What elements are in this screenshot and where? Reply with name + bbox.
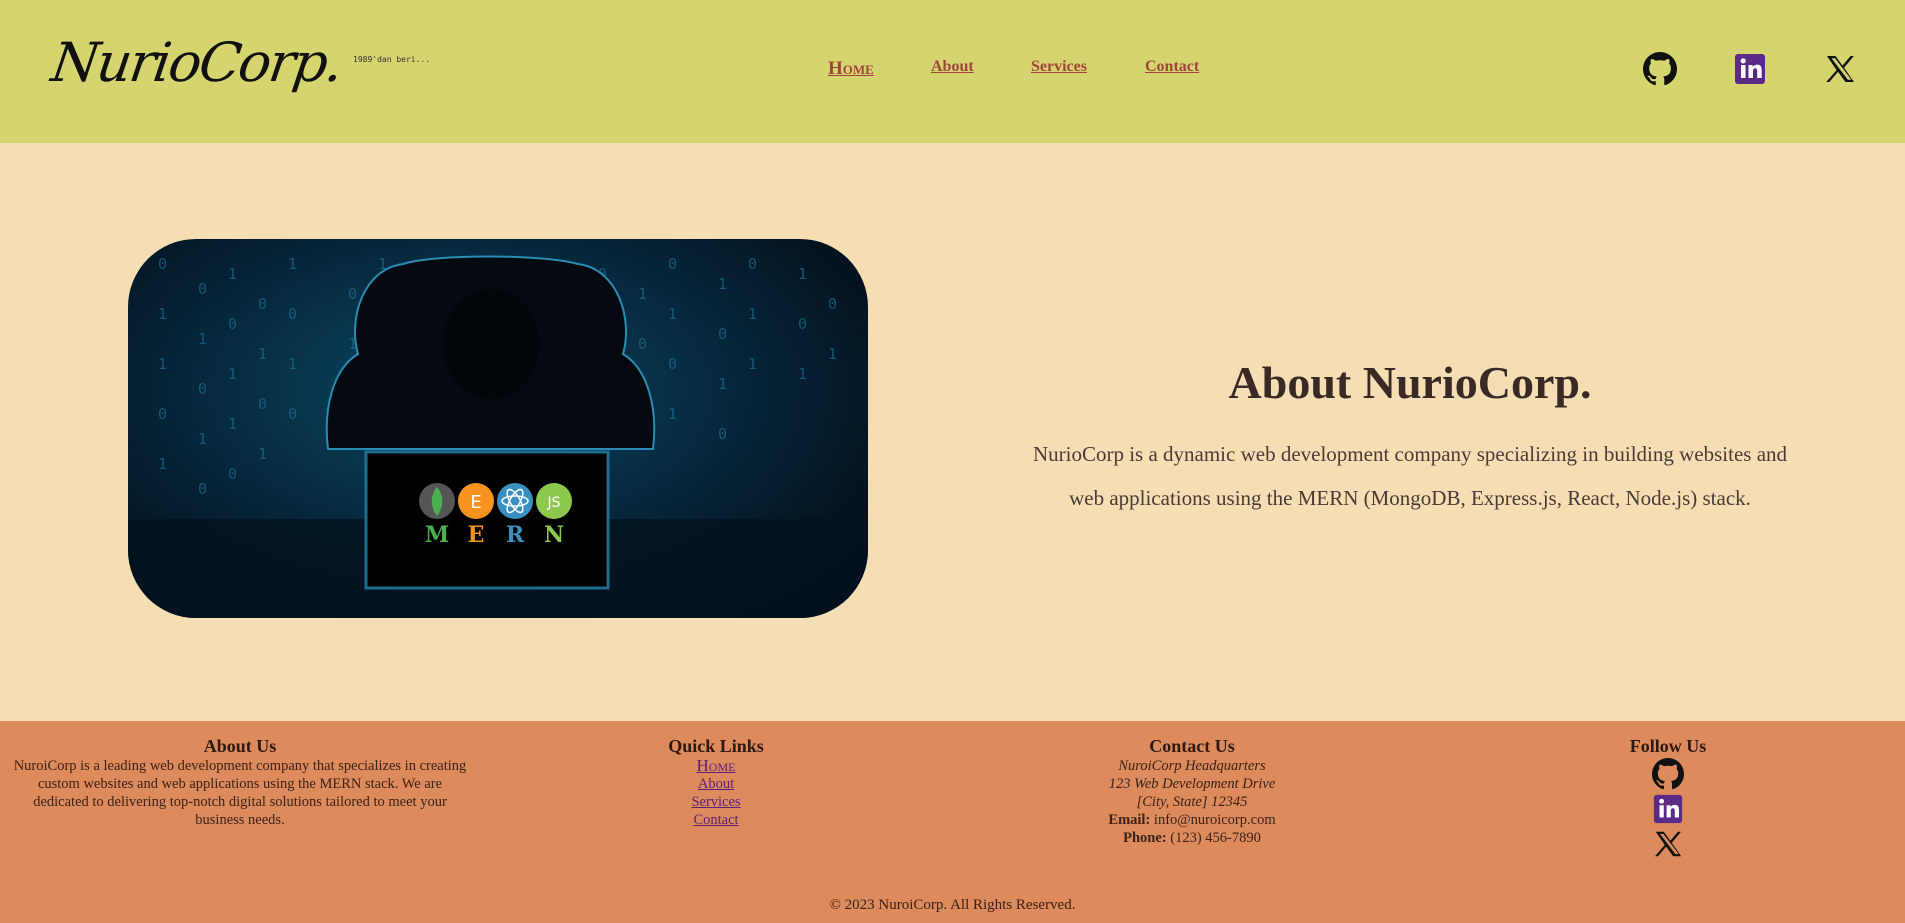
svg-text:1: 1 xyxy=(798,265,807,283)
nav-about[interactable]: About xyxy=(931,58,974,75)
svg-text:1: 1 xyxy=(288,255,297,273)
svg-text:1: 1 xyxy=(158,355,167,373)
contact-email-label: Email: xyxy=(1108,812,1151,828)
svg-text:0: 0 xyxy=(638,335,647,353)
svg-text:0: 0 xyxy=(198,280,207,298)
about-description: NurioCorp is a dynamic web development c… xyxy=(1032,442,1788,510)
svg-text:1: 1 xyxy=(718,275,727,293)
svg-text:1: 1 xyxy=(258,445,267,463)
mern-hacker-image: 0 1 1 0 1 0 1 0 1 0 1 0 1 1 0 0 1 0 1 1 0 1 0 0 1 0 1 0 1 0 1 0 1… xyxy=(128,239,868,618)
svg-text:1: 1 xyxy=(228,415,237,433)
svg-text:0: 0 xyxy=(718,325,727,343)
svg-text:E: E xyxy=(470,492,481,513)
svg-text:1: 1 xyxy=(668,305,677,323)
svg-text:1: 1 xyxy=(158,305,167,323)
svg-text:0: 0 xyxy=(228,315,237,333)
svg-text:1: 1 xyxy=(288,355,297,373)
contact-city: [City, State] 12345 xyxy=(1136,794,1248,810)
svg-text:1: 1 xyxy=(748,355,757,373)
mern-letter-m: M xyxy=(425,522,449,548)
footer-link-services[interactable]: Services xyxy=(616,793,816,811)
footer-link-contact[interactable]: Contact xyxy=(616,811,816,829)
footer-linkedin-icon[interactable] xyxy=(1568,793,1768,825)
svg-text:1: 1 xyxy=(718,375,727,393)
nav-services[interactable]: Services xyxy=(1031,58,1087,75)
mern-letter-e: E xyxy=(468,522,485,548)
svg-text:0: 0 xyxy=(258,295,267,313)
contact-phone: (123) 456-7890 xyxy=(1170,830,1261,846)
svg-text:1: 1 xyxy=(198,330,207,348)
contact-email: info@nuroicorp.com xyxy=(1153,812,1276,828)
site-footer: About Us NuroiCorp is a leading web deve… xyxy=(0,721,1905,923)
footer-link-about[interactable]: About xyxy=(616,775,816,793)
logo-tagline: 1989'dan beri... xyxy=(353,55,431,64)
svg-text:0: 0 xyxy=(158,255,167,273)
about-title: About NurioCorp. xyxy=(1228,357,1592,408)
footer-link-home[interactable]: Home xyxy=(616,757,816,775)
svg-text:1: 1 xyxy=(828,345,837,363)
svg-text:0: 0 xyxy=(258,395,267,413)
contact-phone-label: Phone: xyxy=(1123,830,1167,846)
footer-about: About Us NuroiCorp is a leading web deve… xyxy=(10,737,470,829)
svg-text:1: 1 xyxy=(228,365,237,383)
footer-x-icon[interactable] xyxy=(1568,828,1768,860)
footer-follow: Follow Us xyxy=(1568,737,1768,860)
svg-text:0: 0 xyxy=(288,405,297,423)
contact-phone-line: Phone: (123) 456-7890 xyxy=(1042,829,1342,847)
footer-contact: Contact Us NuroiCorp Headquarters 123 We… xyxy=(1042,737,1342,847)
footer-about-text: NuroiCorp is a leading web development c… xyxy=(13,758,467,828)
footer-contact-title: Contact Us xyxy=(1149,736,1235,756)
footer-about-title: About Us xyxy=(203,736,277,756)
svg-text:1: 1 xyxy=(258,345,267,363)
contact-email-line: Email: info@nuroicorp.com xyxy=(1042,811,1342,829)
svg-text:0: 0 xyxy=(228,465,237,483)
svg-text:0: 0 xyxy=(668,355,677,373)
svg-text:0: 0 xyxy=(718,425,727,443)
footer-quick-links: Quick Links Home About Services Contact xyxy=(616,737,816,829)
site-header: NurioCorp. 1989'dan beri... Home About S… xyxy=(0,0,1905,143)
x-icon[interactable] xyxy=(1823,52,1857,86)
main-nav: Home About Services Contact xyxy=(828,58,1199,80)
footer-github-icon[interactable] xyxy=(1568,758,1768,790)
svg-text:1: 1 xyxy=(748,305,757,323)
svg-text:1: 1 xyxy=(198,430,207,448)
svg-text:0: 0 xyxy=(828,295,837,313)
nav-contact[interactable]: Contact xyxy=(1145,58,1199,75)
svg-text:JS: JS xyxy=(546,495,560,511)
logo[interactable]: NurioCorp. 1989'dan beri... xyxy=(48,31,431,94)
contact-hq: NuroiCorp Headquarters xyxy=(1118,758,1266,774)
footer-follow-title: Follow Us xyxy=(1629,736,1707,756)
svg-text:0: 0 xyxy=(668,255,677,273)
logo-text: NurioCorp. xyxy=(47,31,346,94)
copyright: © 2023 NuroiCorp. All Rights Reserved. xyxy=(829,897,1076,913)
svg-text:1: 1 xyxy=(668,405,677,423)
svg-text:0: 0 xyxy=(158,405,167,423)
svg-text:1: 1 xyxy=(638,285,647,303)
svg-text:0: 0 xyxy=(798,315,807,333)
svg-text:0: 0 xyxy=(748,255,757,273)
svg-text:1: 1 xyxy=(158,455,167,473)
mern-letter-r: R xyxy=(506,522,525,548)
svg-text:1: 1 xyxy=(798,365,807,383)
svg-text:0: 0 xyxy=(198,480,207,498)
mern-letter-n: N xyxy=(544,522,564,548)
github-icon[interactable] xyxy=(1643,52,1677,86)
svg-text:0: 0 xyxy=(348,285,357,303)
svg-text:0: 0 xyxy=(288,305,297,323)
linkedin-icon[interactable] xyxy=(1733,52,1767,86)
nav-home[interactable]: Home xyxy=(828,58,874,79)
svg-text:1: 1 xyxy=(228,265,237,283)
contact-street: 123 Web Development Drive xyxy=(1108,776,1276,792)
footer-links-title: Quick Links xyxy=(668,736,764,756)
svg-text:0: 0 xyxy=(198,380,207,398)
